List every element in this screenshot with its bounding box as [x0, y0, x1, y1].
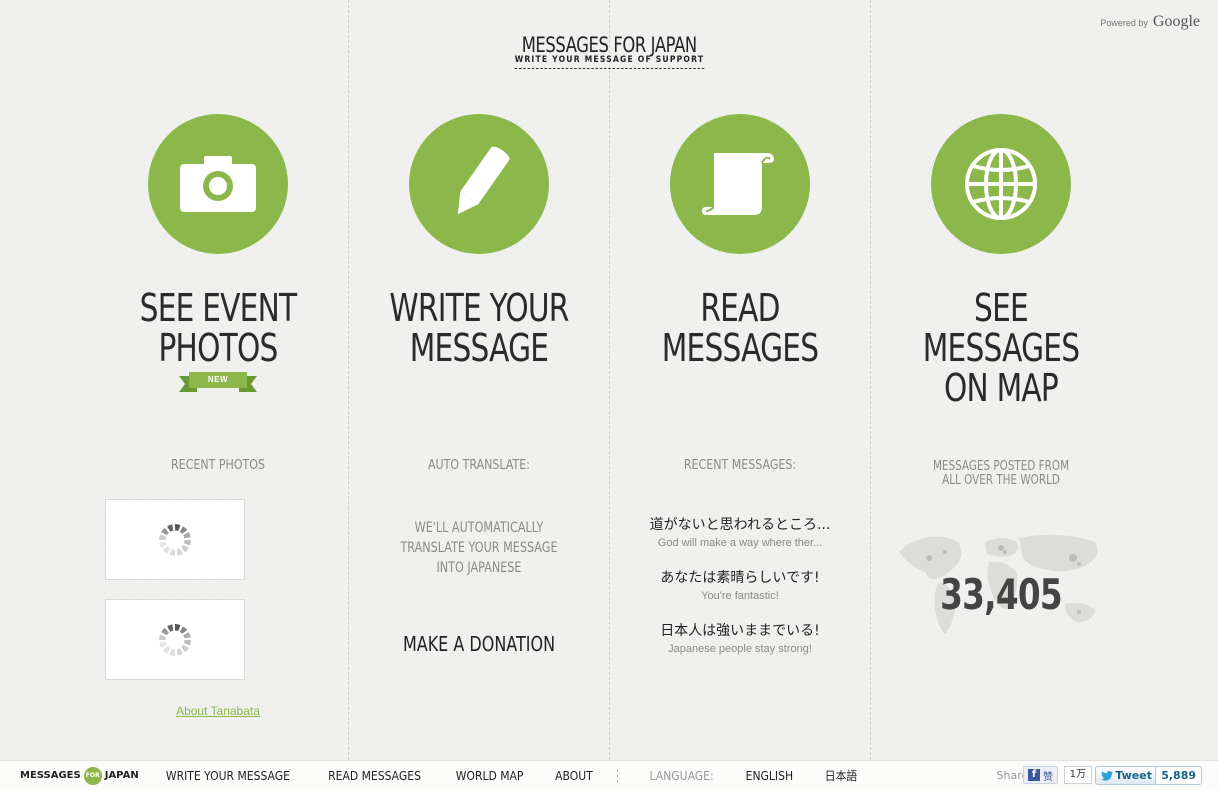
footer-nav-world-map[interactable]: WORLD MAP [455, 769, 523, 783]
page: Powered by Google MESSAGES FOR JAPAN WRI… [0, 0, 1218, 790]
tweet-count: 5,889 [1155, 766, 1202, 785]
footer-nav-read-messages[interactable]: READ MESSAGES [328, 769, 421, 783]
message-count: 33,405 [940, 570, 1063, 619]
about-tanabata-link[interactable]: About Tanabata [88, 704, 348, 718]
footer-bar: MESSAGES FOR JAPAN WRITE YOUR MESSAGE RE… [0, 760, 1218, 790]
read-messages-heading[interactable]: READ MESSAGES [639, 288, 842, 368]
language-japanese[interactable]: 日本語 [825, 767, 857, 784]
pencil-icon [457, 146, 510, 215]
facebook-like-button[interactable]: f 赞 [1023, 766, 1058, 784]
loading-spinner-icon [159, 623, 191, 656]
loading-spinner-icon [159, 523, 191, 556]
column-messages-map: SEE MESSAGES ON MAP MESSAGES POSTED FROM… [871, 0, 1131, 760]
auto-translate-label: AUTO TRANSLATE: [428, 458, 530, 473]
messages-map-heading[interactable]: SEE MESSAGES ON MAP [900, 288, 1103, 408]
globe-icon [965, 148, 1037, 220]
recent-message-item[interactable]: 日本人は強いままでいる! Japanese people stay strong… [610, 620, 870, 655]
messages-map-button[interactable] [931, 114, 1071, 254]
event-photos-heading[interactable]: SEE EVENT PHOTOS [117, 288, 320, 368]
recent-messages-label: RECENT MESSAGES: [683, 458, 797, 473]
footer-logo[interactable]: MESSAGES FOR JAPAN [20, 766, 139, 785]
recent-message-item[interactable]: あなたは素晴らしいです! You're fantastic! [610, 567, 870, 602]
event-photos-button[interactable] [148, 114, 288, 254]
twitter-bird-icon [1101, 770, 1114, 781]
language-label: LANGUAGE: [649, 768, 714, 783]
messages-worldwide-label: MESSAGES POSTED FROM ALL OVER THE WORLD [932, 459, 1070, 488]
write-message-button[interactable] [409, 114, 549, 254]
auto-translate-description: WE'LL AUTOMATICALLY TRANSLATE YOUR MESSA… [400, 520, 558, 576]
new-badge: NEW [179, 372, 257, 392]
tweet-button[interactable]: Tweet [1095, 766, 1158, 785]
photo-thumbnail[interactable] [105, 599, 245, 680]
column-write-message: WRITE YOUR MESSAGE AUTO TRANSLATE: WE'LL… [349, 0, 609, 760]
facebook-icon: f [1028, 769, 1040, 781]
facebook-like-count: 1万 [1063, 766, 1092, 784]
camera-icon [180, 156, 256, 212]
recent-photos-label: RECENT PHOTOS [170, 458, 266, 473]
column-event-photos: SEE EVENT PHOTOS NEW RECENT PHOTOS About… [88, 0, 348, 760]
column-read-messages: READ MESSAGES RECENT MESSAGES: 道がないと思われる… [610, 0, 870, 760]
scroll-icon [702, 153, 774, 215]
recent-message-item[interactable]: 道がないと思われるところ... God will make a way wher… [610, 514, 870, 549]
read-messages-button[interactable] [670, 114, 810, 254]
footer-nav-write-message[interactable]: WRITE YOUR MESSAGE [166, 769, 290, 783]
language-english[interactable]: ENGLISH [745, 769, 792, 783]
google-logo: Google [1152, 13, 1200, 30]
write-message-heading[interactable]: WRITE YOUR MESSAGE [378, 288, 581, 368]
footer-nav-about[interactable]: ABOUT [555, 769, 593, 783]
make-donation-link[interactable]: MAKE A DONATION [375, 632, 583, 656]
photo-thumbnail[interactable] [105, 499, 245, 580]
footer-separator [616, 768, 618, 783]
